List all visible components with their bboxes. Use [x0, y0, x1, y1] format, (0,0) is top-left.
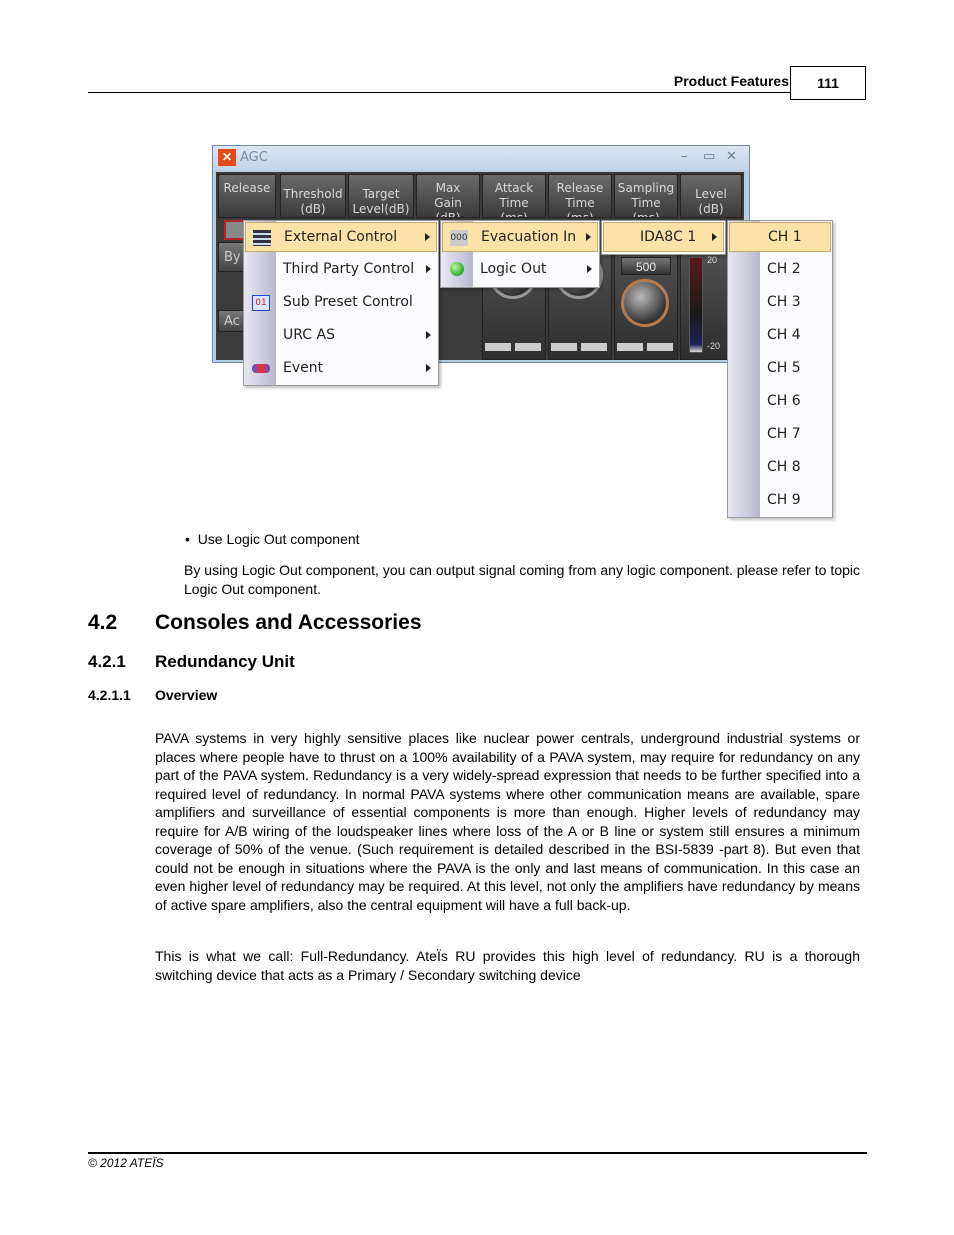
- footer-rule: [88, 1152, 867, 1154]
- footer-copyright: © 2012 ATEÏS: [88, 1156, 164, 1170]
- window-titlebar: ✕ AGC – ▭ ✕: [213, 146, 749, 170]
- menu-item-label: IDA8C 1: [640, 229, 697, 245]
- submenu-arrow-icon: [426, 331, 431, 339]
- menu-item-channel[interactable]: CH 4: [729, 321, 831, 351]
- menu-item-label: External Control: [284, 229, 398, 245]
- col-header-release-time: Release Time (ms): [548, 174, 612, 218]
- submenu-arrow-icon: [426, 265, 431, 273]
- bullet-text: Use Logic Out component: [197, 531, 360, 547]
- menu-item-channel[interactable]: CH 5: [729, 354, 831, 384]
- subsection-title: Redundancy Unit: [155, 652, 295, 671]
- submenu-arrow-icon: [586, 233, 591, 241]
- device-submenu: IDA8C 1: [601, 220, 726, 255]
- window-title: AGC: [240, 150, 268, 165]
- menu-item-label: CH 8: [767, 459, 801, 475]
- subsection-heading: 4.2.1 Redundancy Unit: [88, 652, 295, 672]
- menu-item-channel[interactable]: CH 9: [729, 486, 831, 516]
- attack-time-buttons[interactable]: [485, 343, 543, 351]
- section-heading: 4.2 Consoles and Accessories: [88, 611, 422, 635]
- menu-item-external-control[interactable]: External Control: [245, 222, 437, 252]
- menu-item-channel[interactable]: CH 8: [729, 453, 831, 483]
- menu-item-event[interactable]: Event: [245, 354, 437, 384]
- logic-out-paragraph: By using Logic Out component, you can ou…: [184, 562, 860, 597]
- level-meter: [689, 257, 703, 353]
- col-header-threshold: Threshold (dB): [280, 174, 346, 218]
- col-header-sampling-time: Sampling Time (ms): [614, 174, 678, 218]
- menu-item-label: CH 3: [767, 294, 801, 310]
- menu-item-label: Evacuation In: [481, 229, 577, 245]
- menu-item-label: CH 9: [767, 492, 801, 508]
- menu-item-label: CH 4: [767, 327, 801, 343]
- menu-item-label: CH 5: [767, 360, 801, 376]
- submenu-arrow-icon: [425, 233, 430, 241]
- menu-item-label: URC AS: [283, 327, 335, 343]
- menu-item-channel[interactable]: CH 1: [729, 222, 831, 252]
- menu-item-label: Third Party Control: [283, 261, 415, 277]
- logic-out-icon: [450, 262, 464, 276]
- menu-item-label: CH 1: [768, 229, 802, 245]
- overview-paragraph-2: This is what we call: Full-Redundancy. A…: [155, 948, 860, 983]
- menu-item-urc-as[interactable]: URC AS: [245, 321, 437, 351]
- submenu-arrow-icon: [712, 233, 717, 241]
- menu-item-channel[interactable]: CH 3: [729, 288, 831, 318]
- menu-item-channel[interactable]: CH 7: [729, 420, 831, 450]
- sampling-time-buttons[interactable]: [617, 343, 675, 351]
- subsubsection-heading: 4.2.1.1 Overview: [88, 687, 217, 703]
- subsubsection-title: Overview: [155, 687, 218, 703]
- col-header-release: Release: [218, 174, 276, 218]
- menu-item-channel[interactable]: CH 6: [729, 387, 831, 417]
- menu-item-label: CH 7: [767, 426, 801, 442]
- col-header-max-gain: Max Gain (dB): [416, 174, 480, 218]
- section-number: 4.2: [88, 611, 118, 634]
- event-icon: [252, 364, 270, 373]
- menu-item-logic-out[interactable]: Logic Out: [442, 255, 598, 285]
- menu-item-label: CH 6: [767, 393, 801, 409]
- col-header-level: Level (dB): [680, 174, 742, 218]
- menu-item-evacuation-in[interactable]: 000 Evacuation In: [442, 222, 598, 252]
- col-header-target-level: Target Level(dB): [348, 174, 414, 218]
- menu-item-third-party-control[interactable]: Third Party Control: [245, 255, 437, 285]
- overview-paragraph-1: PAVA systems in very highly sensitive pl…: [155, 730, 860, 913]
- page-number: 111: [790, 66, 866, 100]
- menu-item-label: Event: [283, 360, 324, 376]
- app-logo-icon: ✕: [218, 149, 236, 166]
- col-header-attack-time: Attack Time (ms): [482, 174, 546, 218]
- submenu-arrow-icon: [426, 364, 431, 372]
- menu-item-channel[interactable]: CH 2: [729, 255, 831, 285]
- sampling-time-value[interactable]: 500: [621, 257, 671, 275]
- meter-bottom-label: -20: [707, 341, 721, 351]
- sub-preset-icon: 01: [252, 295, 270, 311]
- menu-item-ida8c-1[interactable]: IDA8C 1: [603, 222, 724, 252]
- subsection-number: 4.2.1: [88, 652, 126, 671]
- bullet-icon: •: [185, 531, 198, 547]
- header-rule: [88, 92, 791, 93]
- meter-top-label: 20: [707, 255, 718, 265]
- close-button[interactable]: ✕: [726, 149, 737, 164]
- running-header-title: Product Features: [673, 73, 789, 89]
- evacuation-in-icon: 000: [450, 230, 468, 246]
- maximize-button[interactable]: ▭: [703, 149, 715, 164]
- section-title: Consoles and Accessories: [155, 611, 422, 634]
- sampling-time-knob[interactable]: [621, 279, 669, 327]
- external-control-submenu: 000 Evacuation In Logic Out: [440, 220, 600, 288]
- menu-item-label: CH 2: [767, 261, 801, 277]
- external-control-icon: [253, 230, 271, 246]
- menu-item-label: Sub Preset Control: [283, 294, 413, 310]
- bullet-item: • Use Logic Out component: [185, 531, 360, 547]
- menu-item-sub-preset-control[interactable]: 01 Sub Preset Control: [245, 288, 437, 318]
- subsubsection-number: 4.2.1.1: [88, 687, 131, 703]
- minimize-button[interactable]: –: [681, 149, 688, 164]
- menu-item-label: Logic Out: [480, 261, 547, 277]
- submenu-arrow-icon: [587, 265, 592, 273]
- channel-submenu: CH 1 CH 2 CH 3 CH 4 CH 5 CH 6 CH 7 CH 8 …: [727, 220, 833, 518]
- release-time-buttons[interactable]: [551, 343, 609, 351]
- context-menu: External Control Third Party Control 01 …: [243, 220, 439, 386]
